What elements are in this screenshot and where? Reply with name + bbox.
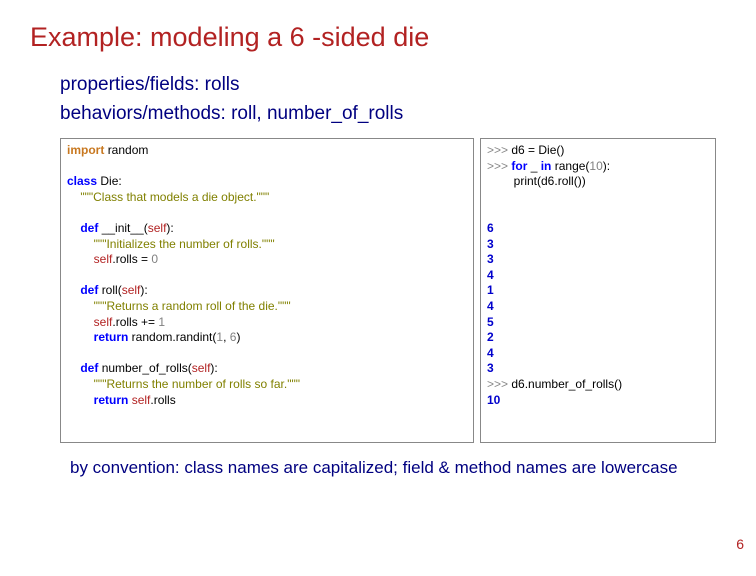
- self-arg: self: [122, 283, 141, 297]
- output-value: 4: [487, 268, 494, 282]
- mod-random: random: [108, 143, 149, 157]
- kw-def-roll: def: [80, 283, 98, 297]
- self-arg: self: [192, 361, 211, 375]
- output-value: 3: [487, 252, 494, 266]
- repl-line-print: print(d6.roll()): [487, 174, 586, 188]
- repl-line-nrolls: d6.number_of_rolls(): [508, 377, 622, 391]
- output-value: 3: [487, 361, 494, 375]
- kw-return: return: [94, 330, 129, 344]
- output-value: 2: [487, 330, 494, 344]
- init-docstring: """Initializes the number of rolls.""": [94, 237, 275, 251]
- footnote-text: by convention: class names are capitaliz…: [0, 443, 756, 479]
- output-value: 5: [487, 315, 494, 329]
- self-ref: self: [132, 393, 151, 407]
- behaviors-line: behaviors/methods: roll, number_of_rolls: [60, 100, 756, 129]
- kw-def-nrolls: def: [80, 361, 98, 375]
- repl-prompt: >>>: [487, 159, 508, 173]
- output-nrolls: 10: [487, 393, 500, 407]
- kw-class: class: [67, 174, 97, 188]
- output-value: 1: [487, 283, 494, 297]
- self-ref: self: [94, 315, 113, 329]
- repl-prompt: >>>: [487, 143, 508, 157]
- kw-in: in: [541, 159, 552, 173]
- slide-title: Example: modeling a 6 -sided die: [0, 0, 756, 53]
- output-value: 4: [487, 299, 494, 313]
- description-block: properties/fields: rolls behaviors/metho…: [0, 71, 756, 128]
- self-arg: self: [148, 221, 167, 235]
- code-panels: import random class Die: """Class that m…: [0, 128, 756, 443]
- nrolls-docstring: """Returns the number of rolls so far.""…: [94, 377, 300, 391]
- kw-for: for: [511, 159, 527, 173]
- kw-return: return: [94, 393, 129, 407]
- kw-import: import: [67, 143, 104, 157]
- repl-prompt: >>>: [487, 377, 508, 391]
- page-number: 6: [736, 536, 744, 552]
- class-name: Die: [100, 174, 118, 188]
- output-value: 6: [487, 221, 494, 235]
- class-docstring: """Class that models a die object.""": [80, 190, 269, 204]
- method-init: __init__: [102, 221, 144, 235]
- properties-line: properties/fields: rolls: [60, 71, 756, 100]
- method-roll: roll: [102, 283, 118, 297]
- roll-docstring: """Returns a random roll of the die.""": [94, 299, 291, 313]
- output-value: 3: [487, 237, 494, 251]
- method-number-of-rolls: number_of_rolls: [102, 361, 188, 375]
- output-value: 4: [487, 346, 494, 360]
- kw-def-init: def: [80, 221, 98, 235]
- code-panel-left: import random class Die: """Class that m…: [60, 138, 474, 443]
- code-panel-right: >>> d6 = Die() >>> for _ in range(10): p…: [480, 138, 716, 443]
- self-ref: self: [94, 252, 113, 266]
- repl-line-1: d6 = Die(): [508, 143, 564, 157]
